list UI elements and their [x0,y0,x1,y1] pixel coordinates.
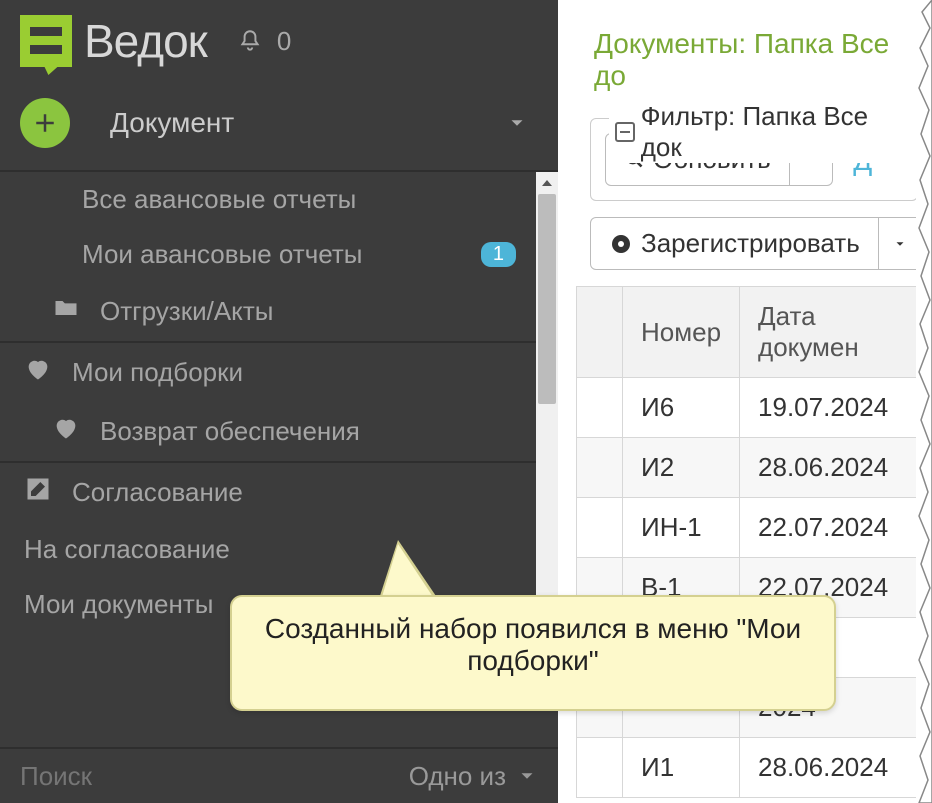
notif-count: 0 [277,26,291,57]
sidebar-item-approval[interactable]: Согласование [0,463,536,522]
sidebar-item-return-collateral[interactable]: Возврат обеспечения [0,402,536,461]
bell-icon [237,28,263,54]
sidebar-item-for-approval[interactable]: На согласование [0,522,536,577]
torn-edge [916,0,932,803]
filter-legend[interactable]: Фильтр: Папка Все док [609,101,917,163]
table-row[interactable]: И619.07.2024 [577,378,932,438]
collapse-icon [615,122,635,142]
heart-icon [24,355,52,390]
doc-button-label: Документ [110,107,506,139]
table-row[interactable]: ИН-122.07.2024 [577,498,932,558]
plus-icon [20,98,70,148]
logo-row: Ведок 0 [0,0,558,76]
scroll-thumb[interactable] [538,194,556,404]
table-row[interactable]: И228.06.2024 [577,438,932,498]
search-bar: Одно из [0,747,558,803]
breadcrumb[interactable]: Документы: Папка Все до [576,0,932,104]
col-date[interactable]: Дата докумен [740,287,932,378]
sidebar-item-shipments[interactable]: Отгрузки/Акты [0,282,536,341]
chevron-down-icon [893,237,907,251]
search-mode[interactable]: Одно из [409,761,506,792]
badge: 1 [481,242,516,267]
col-number[interactable]: Номер [623,287,740,378]
table-row[interactable]: И128.06.2024 [577,738,932,798]
notifications[interactable]: 0 [237,26,291,57]
search-input[interactable] [20,761,409,792]
heart-icon [52,414,80,449]
sidebar-item-my-advance[interactable]: Мои авансовые отчеты 1 [0,227,536,282]
documents-table: Номер Дата докумен И619.07.2024 И228.06.… [576,286,932,798]
edit-icon [24,475,52,510]
app-name: Ведок [84,14,207,68]
filter-panel: Фильтр: Папка Все док Обновить Д [590,118,918,201]
register-button[interactable]: Зарегистрировать [590,217,879,270]
chevron-down-icon[interactable] [516,765,538,787]
sidebar-item-my-collections[interactable]: Мои подборки [0,343,536,402]
chevron-down-icon [506,112,528,134]
scroll-up-button[interactable] [536,172,558,194]
new-document-button[interactable]: Документ [0,76,558,172]
app-logo [20,15,72,67]
gear-icon [609,232,633,256]
callout: Созданный набор появился в меню "Мои под… [230,595,836,711]
sidebar-item-all-advance[interactable]: Все авансовые отчеты [0,172,536,227]
folder-icon [52,294,80,329]
checkbox-col[interactable] [577,287,623,378]
